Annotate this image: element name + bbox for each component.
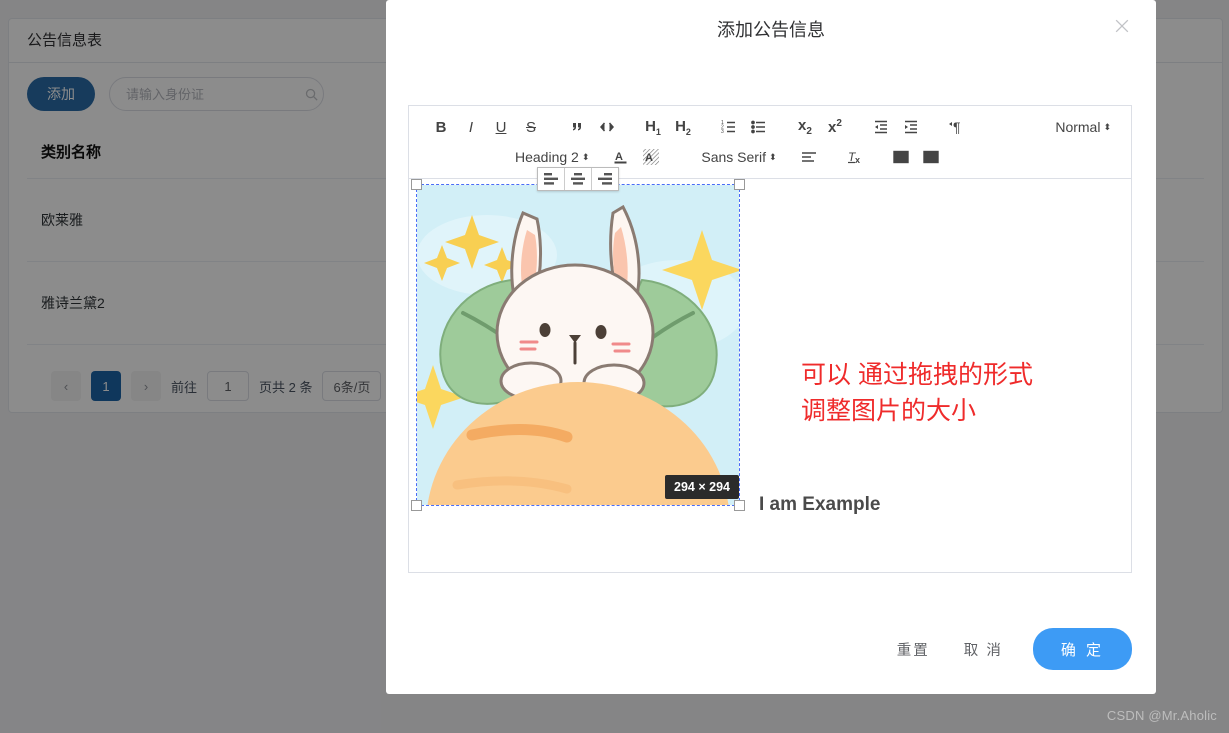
ordered-list-icon[interactable]: 1 2 3 xyxy=(715,114,743,140)
heading-2-icon[interactable]: H2 xyxy=(669,114,697,140)
indent-icon[interactable] xyxy=(897,114,925,140)
align-icon[interactable] xyxy=(795,144,823,170)
svg-text:A: A xyxy=(615,151,623,163)
bullet-list-icon[interactable] xyxy=(745,114,773,140)
svg-text:¶: ¶ xyxy=(953,119,961,135)
clear-format-icon[interactable]: Tx xyxy=(841,144,869,170)
code-block-icon[interactable] xyxy=(593,114,621,140)
svg-text:A: A xyxy=(645,152,653,164)
resize-handle-top-left[interactable] xyxy=(411,179,422,190)
screen: 公告信息表 添加 请输入身份证 类别名称 欧莱雅 雅诗兰黛2 ‹ 1 › 前往 … xyxy=(0,0,1229,733)
toolbar-row-2: Heading 2 ⬍ A A Sans Serif ⬍ T x xyxy=(427,142,1113,172)
dialog-title: 添加公告信息 xyxy=(717,20,825,40)
insert-video-icon[interactable] xyxy=(917,144,945,170)
toolbar-row-1: B I U S H1 H2 1 2 3 x2 x2 ¶ Normal ⬍ xyxy=(427,112,1113,142)
watermark: CSDN @Mr.Aholic xyxy=(1106,708,1217,723)
outdent-icon[interactable] xyxy=(867,114,895,140)
text-direction-icon[interactable]: ¶ xyxy=(943,114,971,140)
chevron-updown-icon: ⬍ xyxy=(1103,121,1111,132)
strikethrough-icon[interactable]: S xyxy=(517,114,545,140)
editor-toolbar: B I U S H1 H2 1 2 3 x2 x2 ¶ Normal ⬍ Hea… xyxy=(409,106,1131,179)
size-picker[interactable]: Normal ⬍ xyxy=(1053,114,1113,140)
confirm-button[interactable]: 确 定 xyxy=(1032,628,1132,670)
selected-image[interactable]: 294 × 294 xyxy=(411,167,745,511)
align-right-icon[interactable] xyxy=(592,168,618,190)
annotation-text: 可以 通过拖拽的形式 调整图片的大小 xyxy=(801,361,1033,426)
resize-handle-top-right[interactable] xyxy=(734,179,745,190)
header-picker-label: Heading 2 xyxy=(515,149,579,165)
heading-1-icon[interactable]: H1 xyxy=(639,114,667,140)
chevron-updown-icon: ⬍ xyxy=(768,151,777,162)
superscript-icon[interactable]: x2 xyxy=(821,114,849,140)
resize-handle-bottom-right[interactable] xyxy=(734,500,745,511)
svg-text:3: 3 xyxy=(721,129,724,135)
font-picker[interactable]: Sans Serif ⬍ xyxy=(699,144,778,170)
align-left-icon[interactable] xyxy=(538,168,565,190)
cancel-button[interactable]: 取 消 xyxy=(960,633,1007,666)
underline-icon[interactable]: U xyxy=(487,114,515,140)
dialog-header: 添加公告信息 xyxy=(386,0,1156,62)
font-picker-label: Sans Serif xyxy=(701,149,766,165)
close-icon[interactable] xyxy=(1112,16,1132,36)
editor-content-area[interactable]: 294 × 294 I am Example 可以 通过拖拽的形式 调整图片的大… xyxy=(409,167,1131,645)
rich-text-editor: B I U S H1 H2 1 2 3 x2 x2 ¶ Normal ⬍ Hea… xyxy=(408,105,1132,573)
bold-icon[interactable]: B xyxy=(427,114,455,140)
insert-image-icon[interactable] xyxy=(887,144,915,170)
dialog-footer: 重置 取 消 确 定 xyxy=(893,628,1132,670)
subscript-icon[interactable]: x2 xyxy=(791,114,819,140)
rabbit-illustration xyxy=(417,185,739,505)
svg-text:x: x xyxy=(855,155,860,165)
chevron-updown-icon: ⬍ xyxy=(581,151,590,162)
resize-handle-bottom-left[interactable] xyxy=(411,500,422,511)
background-color-icon[interactable]: A xyxy=(637,144,665,170)
align-center-icon[interactable] xyxy=(565,168,592,190)
image-align-popup[interactable] xyxy=(537,167,619,191)
add-announcement-dialog: 添加公告信息 B I U S H1 H2 1 2 3 x2 x2 ¶ Norma… xyxy=(386,0,1156,694)
reset-button[interactable]: 重置 xyxy=(893,633,934,666)
size-picker-label: Normal xyxy=(1055,119,1101,135)
italic-icon[interactable]: I xyxy=(457,114,485,140)
image-size-badge: 294 × 294 xyxy=(665,475,739,499)
blockquote-icon[interactable] xyxy=(563,114,591,140)
editor-body-text: I am Example xyxy=(759,494,881,515)
